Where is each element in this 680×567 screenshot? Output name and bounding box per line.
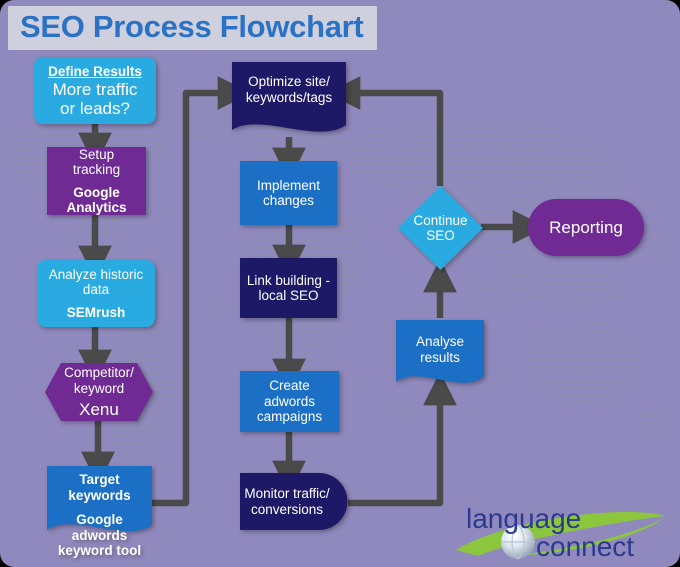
node-competitor-keyword[interactable]: Competitor/ keyword Xenu bbox=[45, 363, 153, 421]
setup-tracking-line2: tracking bbox=[72, 162, 121, 177]
document-wave-shape bbox=[396, 320, 484, 383]
node-monitor-traffic[interactable]: Monitor traffic/ conversions bbox=[240, 473, 348, 530]
hexagon-shape bbox=[45, 363, 153, 421]
node-optimize-site[interactable]: Optimize site/ keywords/tags bbox=[232, 62, 346, 138]
logo-word-language: language bbox=[466, 503, 581, 534]
analyze-historic-line1: Analyze historic bbox=[48, 266, 144, 282]
diamond-shape bbox=[398, 186, 483, 270]
define-results-line1: More traffic bbox=[52, 79, 138, 99]
page-title-banner: SEO Process Flowchart bbox=[8, 6, 378, 50]
reporting-label: Reporting bbox=[549, 218, 623, 237]
language-connect-logo: language connect bbox=[456, 503, 666, 562]
node-reporting[interactable]: Reporting bbox=[528, 199, 644, 256]
node-implement-changes[interactable]: Implement changes bbox=[240, 161, 337, 225]
define-results-heading: Define Results bbox=[48, 63, 142, 79]
node-continue-seo[interactable]: Continue SEO bbox=[398, 186, 483, 270]
document-wave-shape bbox=[232, 62, 346, 132]
logo-word-connect: connect bbox=[536, 531, 634, 562]
link-building-line1: Link building - bbox=[246, 272, 331, 288]
setup-tracking-tool2: Analytics bbox=[66, 200, 127, 215]
create-adwords-line2: campaigns bbox=[256, 409, 323, 425]
link-building-line2: local SEO bbox=[258, 288, 319, 303]
setup-tracking-tool: Google bbox=[73, 184, 120, 200]
document-wave-shape bbox=[47, 466, 152, 532]
target-keywords-tool2: keyword tool bbox=[57, 543, 142, 558]
rounded-right-rectangle-shape bbox=[240, 473, 348, 530]
implement-changes-line2: changes bbox=[262, 193, 315, 208]
setup-tracking-line1: Setup bbox=[78, 146, 115, 162]
node-analyse-results[interactable]: Analyse results bbox=[396, 320, 484, 389]
node-link-building[interactable]: Link building - local SEO bbox=[240, 258, 337, 318]
create-adwords-line1: Create adwords bbox=[263, 378, 316, 409]
implement-changes-line1: Implement bbox=[256, 177, 321, 193]
analyze-historic-line2: data bbox=[82, 282, 110, 298]
node-target-keywords[interactable]: Target keywords Google adwords keyword t… bbox=[47, 466, 152, 558]
node-create-adwords[interactable]: Create adwords campaigns bbox=[240, 371, 339, 432]
node-setup-tracking[interactable]: Setup tracking Google Analytics bbox=[47, 147, 146, 215]
analyze-historic-tool: SEMrush bbox=[66, 304, 126, 320]
node-define-results[interactable]: Define Results More traffic or leads? bbox=[34, 57, 156, 124]
node-analyze-historic-data[interactable]: Analyze historic data SEMrush bbox=[37, 260, 155, 327]
flowchart-canvas: SEO Process Flowchart Define Results Mor… bbox=[0, 0, 680, 567]
page-title: SEO Process Flowchart bbox=[20, 9, 364, 44]
define-results-line2: or leads? bbox=[60, 98, 130, 118]
